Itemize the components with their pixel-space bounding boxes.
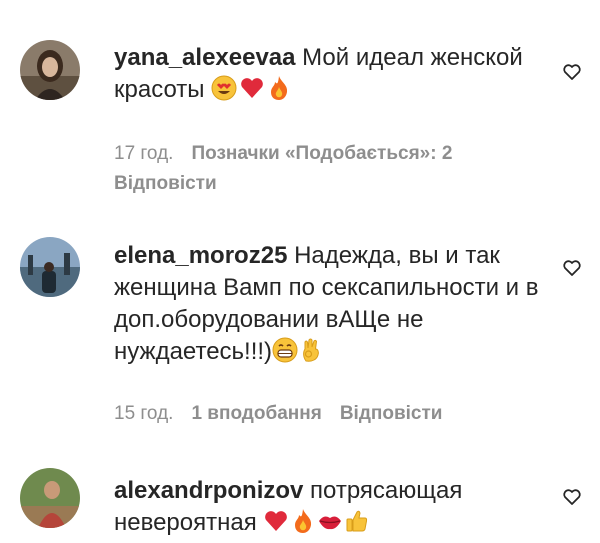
red-heart-emoji [239,75,265,110]
comment-username[interactable]: alexandrponizov [114,477,303,504]
comment-timestamp: 17 год. [114,143,174,164]
kiss-lips-emoji [317,508,343,543]
comment-text: alexandrponizov потрясающая невероятная [114,475,544,543]
comment-meta: 17 год. Позначки «Подобається»: 2 Відпові… [114,139,544,199]
like-heart-icon[interactable] [562,258,582,278]
ok-hand-emoji [300,337,322,372]
comment-username[interactable]: yana_alexeevaa [114,44,296,71]
fire-emoji [267,75,291,110]
reply-button[interactable]: Відповісти [114,173,217,194]
comment-text: elena_moroz25 Надежда, вы и так женщина … [114,240,544,372]
comment-username[interactable]: elena_moroz25 [114,242,287,269]
likes-count-link[interactable]: 1 вподобання [191,403,321,424]
fire-emoji [291,508,315,543]
comment-timestamp: 15 год. [114,403,174,424]
avatar[interactable] [20,40,80,100]
comment-meta: 15 год. 1 вподобання Відповісти [114,399,544,429]
avatar[interactable] [20,237,80,297]
thumbs-up-emoji [345,508,369,543]
avatar[interactable] [20,468,80,528]
reply-button[interactable]: Відповісти [340,403,443,424]
likes-count-link[interactable]: Позначки «Подобається»: 2 [191,143,452,164]
like-heart-icon[interactable] [562,487,582,507]
like-heart-icon[interactable] [562,62,582,82]
comment-text: yana_alexeevaa Мой идеал женской красоты [114,42,544,110]
red-heart-emoji [263,508,289,543]
grinning-emoji [272,337,298,372]
heart-eyes-emoji [211,75,237,110]
